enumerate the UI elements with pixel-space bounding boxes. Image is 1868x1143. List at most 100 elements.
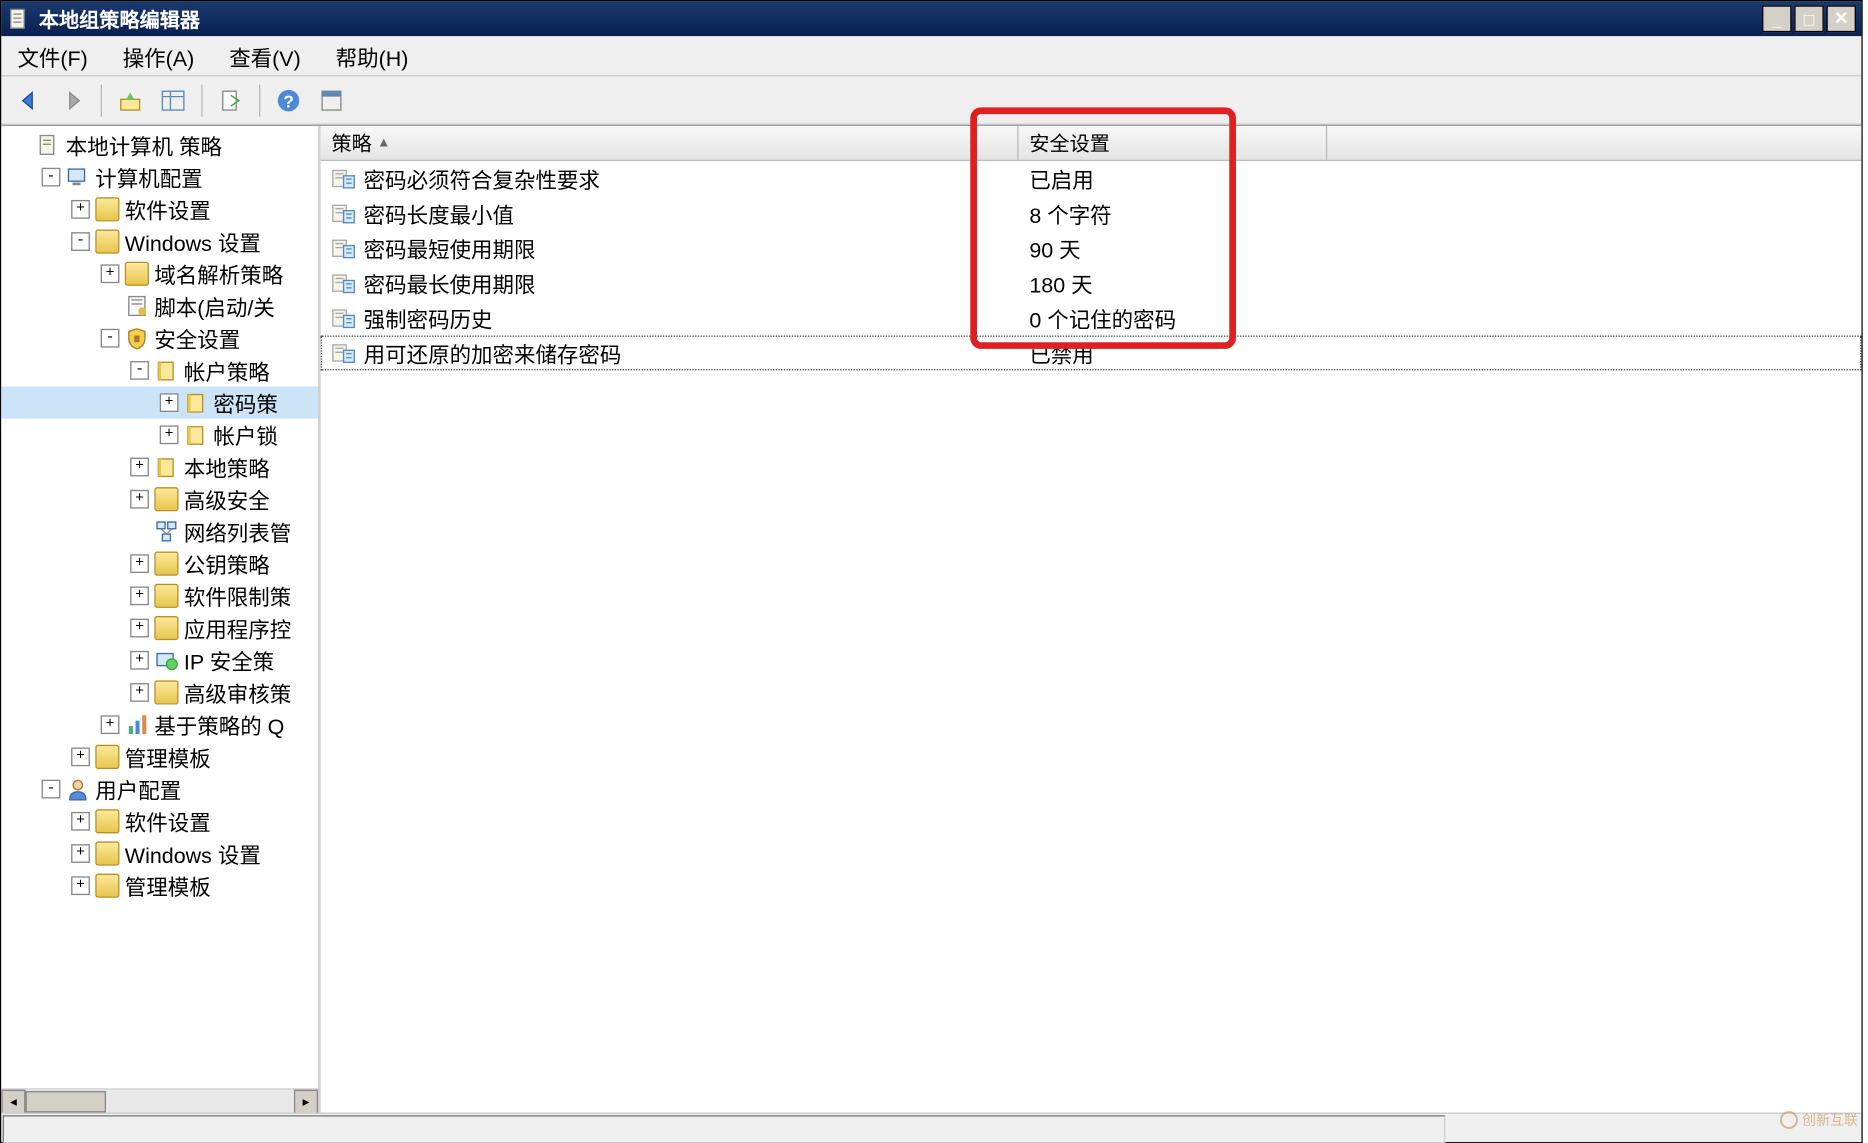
titlebar[interactable]: 本地组策略编辑器 _ □ ✕: [1, 1, 1861, 36]
expand-toggle[interactable]: +: [130, 683, 149, 702]
close-button[interactable]: ✕: [1826, 5, 1856, 32]
column-header-policy[interactable]: 策略 ▲: [321, 126, 1019, 160]
list-panel: 策略 ▲ 安全设置 密码必须符合复杂性要求已启用密码长度最小值8 个字符密码最短…: [321, 126, 1862, 1112]
app-window: 本地组策略编辑器 _ □ ✕ 文件(F) 操作(A) 查看(V) 帮助(H) ?…: [0, 0, 1863, 1143]
policy-setting: 90 天: [1019, 229, 1328, 267]
menu-view[interactable]: 查看(V): [224, 37, 306, 75]
policy-row[interactable]: 强制密码历史0 个记住的密码: [321, 301, 1862, 336]
policy-row[interactable]: 密码最短使用期限90 天: [321, 231, 1862, 266]
folder-icon: [125, 262, 149, 286]
expand-toggle[interactable]: -: [71, 232, 90, 251]
tree-node[interactable]: -计算机配置: [1, 161, 318, 193]
tree-node[interactable]: +域名解析策略: [1, 258, 318, 290]
expand-toggle[interactable]: +: [130, 586, 149, 605]
up-button[interactable]: [110, 80, 150, 120]
expand-toggle[interactable]: +: [101, 715, 120, 734]
tree-node[interactable]: +IP 安全策: [1, 644, 318, 676]
tree-node[interactable]: + 软件限制策: [1, 580, 318, 612]
policy-item-icon: [331, 203, 355, 224]
scroll-right-button[interactable]: ▸: [294, 1090, 318, 1113]
tree-node[interactable]: +基于策略的 Q: [1, 709, 318, 741]
expand-toggle[interactable]: -: [130, 361, 149, 380]
forward-button[interactable]: [52, 80, 92, 120]
policy-row[interactable]: 密码必须符合复杂性要求已启用: [321, 161, 1862, 196]
tree-node[interactable]: +高级审核策: [1, 676, 318, 708]
tree-h-scrollbar[interactable]: ◂ ▸: [1, 1088, 318, 1112]
sort-arrow-icon: ▲: [377, 136, 390, 151]
expand-toggle[interactable]: +: [71, 844, 90, 863]
minimize-button[interactable]: _: [1762, 5, 1792, 32]
tree-node-label: 管理模板: [125, 741, 211, 773]
folder-icon: [154, 680, 178, 704]
tree-node[interactable]: +高级安全: [1, 483, 318, 515]
expand-toggle[interactable]: +: [71, 200, 90, 219]
tree-node[interactable]: 网络列表管: [1, 515, 318, 547]
tree-node[interactable]: + 管理模板: [1, 741, 318, 773]
properties-button[interactable]: [311, 80, 351, 120]
svg-text:?: ?: [283, 91, 294, 111]
tree-node-label: 应用程序控: [184, 612, 291, 644]
options-button[interactable]: [153, 80, 193, 120]
tree-node[interactable]: +管理模板: [1, 870, 318, 902]
scroll-track[interactable]: [25, 1090, 293, 1113]
column-header-setting[interactable]: 安全设置: [1019, 126, 1328, 160]
policy-row[interactable]: 密码最长使用期限180 天: [321, 266, 1862, 301]
tree-node-label: 软件设置: [125, 805, 211, 837]
window-title: 本地组策略编辑器: [39, 5, 1762, 33]
tree-node[interactable]: -安全设置: [1, 322, 318, 354]
tree-node-label: Windows 设置: [125, 837, 261, 869]
list-header: 策略 ▲ 安全设置: [321, 126, 1862, 161]
expand-toggle[interactable]: +: [130, 490, 149, 509]
tree-view[interactable]: 本地计算机 策略-计算机配置+软件设置-Windows 设置+域名解析策略脚本(…: [1, 126, 318, 904]
tree-node[interactable]: 本地计算机 策略: [1, 129, 318, 161]
tree-node[interactable]: + 应用程序控: [1, 612, 318, 644]
policy-row[interactable]: 密码长度最小值8 个字符: [321, 196, 1862, 231]
expand-toggle[interactable]: +: [160, 393, 179, 412]
policy-name: 密码最长使用期限: [364, 267, 536, 299]
tree-node[interactable]: +软件设置: [1, 193, 318, 225]
tree-node[interactable]: + 软件设置: [1, 805, 318, 837]
scroll-left-button[interactable]: ◂: [1, 1090, 25, 1113]
tree-node-label: 软件限制策: [184, 580, 291, 612]
back-button[interactable]: [9, 80, 49, 120]
tree-node[interactable]: +密码策: [1, 386, 318, 418]
expand-toggle[interactable]: +: [130, 619, 149, 638]
menu-file[interactable]: 文件(F): [12, 37, 93, 75]
tree-node-label: 帐户锁: [213, 419, 277, 451]
tree-panel: 本地计算机 策略-计算机配置+软件设置-Windows 设置+域名解析策略脚本(…: [1, 126, 320, 1112]
tree-node[interactable]: -帐户策略: [1, 354, 318, 386]
expand-toggle[interactable]: +: [71, 876, 90, 895]
policy-name: 密码必须符合复杂性要求: [364, 162, 600, 194]
scroll-thumb[interactable]: [25, 1091, 106, 1112]
help-button[interactable]: ?: [268, 80, 308, 120]
maximize-button[interactable]: □: [1794, 5, 1824, 32]
expand-toggle[interactable]: +: [71, 812, 90, 831]
export-button[interactable]: [211, 80, 251, 120]
menu-help[interactable]: 帮助(H): [330, 37, 413, 75]
tree-node[interactable]: -Windows 设置: [1, 225, 318, 257]
shield-icon: [125, 326, 149, 350]
expand-toggle[interactable]: +: [71, 747, 90, 766]
expand-toggle[interactable]: +: [130, 458, 149, 477]
expand-toggle[interactable]: -: [101, 329, 120, 348]
policy-row[interactable]: 用可还原的加密来储存密码已禁用: [321, 336, 1862, 371]
expand-toggle[interactable]: -: [42, 168, 61, 187]
folder-icon: [95, 874, 119, 898]
tree-node[interactable]: +本地策略: [1, 451, 318, 483]
list-body[interactable]: 密码必须符合复杂性要求已启用密码长度最小值8 个字符密码最短使用期限90 天密码…: [321, 161, 1862, 1112]
expand-toggle[interactable]: -: [42, 780, 61, 799]
tree-node-label: 本地计算机 策略: [66, 129, 222, 161]
app-icon: [7, 7, 31, 31]
tree-node[interactable]: + Windows 设置: [1, 837, 318, 869]
expand-toggle[interactable]: +: [130, 554, 149, 573]
book-icon: [154, 455, 178, 479]
tree-node[interactable]: + 帐户锁: [1, 419, 318, 451]
menu-action[interactable]: 操作(A): [117, 37, 199, 75]
tree-node[interactable]: -用户配置: [1, 773, 318, 805]
policy-setting: 已禁用: [1019, 334, 1328, 372]
tree-node[interactable]: +公钥策略: [1, 548, 318, 580]
expand-toggle[interactable]: +: [101, 264, 120, 283]
tree-node[interactable]: 脚本(启动/关: [1, 290, 318, 322]
expand-toggle[interactable]: +: [160, 425, 179, 444]
expand-toggle[interactable]: +: [130, 651, 149, 670]
